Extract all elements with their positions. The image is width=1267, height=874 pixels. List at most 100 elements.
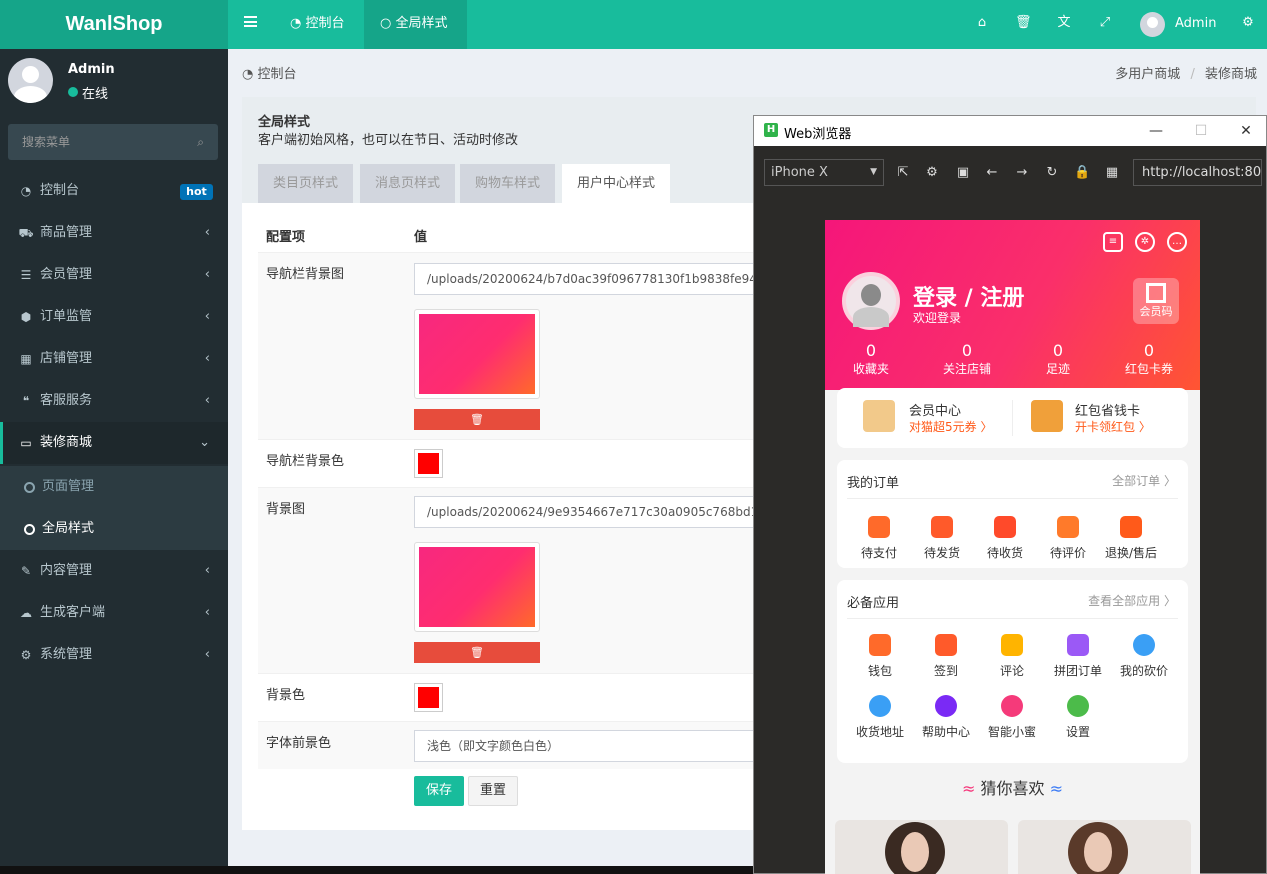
- bg-color-picker[interactable]: [414, 683, 443, 712]
- gear-icon[interactable]: ⚙: [924, 165, 940, 181]
- user-name[interactable]: Admin: [1175, 16, 1216, 31]
- app-label: 签到: [933, 664, 958, 678]
- sidebar-item-label: 店铺管理: [40, 351, 93, 366]
- edit-icon: ✎: [20, 564, 32, 578]
- app-label: 设置: [1065, 725, 1090, 739]
- all-apps-link[interactable]: 查看全部应用 〉: [1088, 592, 1176, 609]
- app-assistant[interactable]: 智能小蜜: [981, 695, 1043, 740]
- panel-footer-space: [242, 830, 753, 866]
- app-checkin[interactable]: 签到: [915, 634, 977, 679]
- sidebar-subitem-global-style[interactable]: 全局样式: [0, 508, 228, 550]
- app-address[interactable]: 收货地址: [849, 695, 911, 740]
- stat-footprints[interactable]: 0 足迹: [1023, 342, 1093, 378]
- back-arrow-icon[interactable]: ←: [984, 165, 1000, 181]
- gear-icon: [1067, 695, 1089, 717]
- app-settings[interactable]: 设置: [1047, 695, 1109, 740]
- vip-center-title[interactable]: 会员中心: [909, 400, 961, 419]
- maximize-icon[interactable]: ☐: [1186, 120, 1216, 142]
- app-bargain[interactable]: 我的砍价: [1113, 634, 1175, 679]
- chat-icon[interactable]: …: [1167, 232, 1187, 252]
- console-icon[interactable]: ▣: [955, 165, 971, 181]
- app-wallet[interactable]: 钱包: [849, 634, 911, 679]
- settings-icon[interactable]: ⚙: [1240, 15, 1256, 31]
- order-pending-receive[interactable]: 待收货: [974, 516, 1036, 561]
- login-register-link[interactable]: 登录 / 注册: [913, 280, 1024, 312]
- save-button[interactable]: 保存: [414, 776, 464, 806]
- app-help[interactable]: 帮助中心: [915, 695, 977, 740]
- breadcrumb-home[interactable]: 控制台: [257, 67, 296, 82]
- url-input[interactable]: http://localhost:8080: [1133, 159, 1262, 186]
- app-label: 我的砍价: [1119, 664, 1168, 678]
- user-header: ≡ ✲ … 登录 / 注册 欢迎登录 会员码 0 收藏夹 0 关注店铺 0 足迹 0 红…: [825, 220, 1200, 390]
- all-orders-link[interactable]: 全部订单 〉: [1112, 472, 1176, 489]
- order-after-sale[interactable]: 退换/售后: [1100, 516, 1162, 561]
- nav-bg-color-picker[interactable]: [414, 449, 443, 478]
- sidebar-item-dashboard[interactable]: ◔ 控制台 hot: [0, 170, 228, 212]
- order-pending-review[interactable]: 待评价: [1037, 516, 1099, 561]
- sidebar-item-system[interactable]: ⚙ 系统管理 ‹: [0, 634, 228, 676]
- qrcode-icon[interactable]: ▦: [1104, 165, 1120, 181]
- tab-global-style[interactable]: ○ 全局样式: [364, 0, 467, 49]
- sidebar-item-client[interactable]: ☁ 生成客户端 ‹: [0, 592, 228, 634]
- member-code-button[interactable]: 会员码: [1133, 278, 1179, 324]
- stat-favorites[interactable]: 0 收藏夹: [836, 342, 906, 378]
- stat-label: 红包卡券: [1124, 362, 1173, 376]
- sidebar-item-members[interactable]: ☰ 会员管理 ‹: [0, 254, 228, 296]
- sidebar-item-decoration[interactable]: ▭ 装修商城 ⌄: [0, 422, 228, 464]
- app-group-orders[interactable]: 拼团订单: [1047, 634, 1109, 679]
- rotate-icon[interactable]: ⇱: [895, 165, 911, 181]
- reload-icon[interactable]: ↻: [1044, 165, 1060, 181]
- clipboard-icon[interactable]: ≡: [1103, 232, 1123, 252]
- delete-bg-img-button[interactable]: 🗑: [414, 642, 540, 663]
- reset-button[interactable]: 重置: [468, 776, 518, 806]
- location-icon: [869, 695, 891, 717]
- sidebar-item-content[interactable]: ✎ 内容管理 ‹: [0, 550, 228, 592]
- stat-coupons[interactable]: 0 红包卡券: [1114, 342, 1184, 378]
- close-icon[interactable]: ✕: [1231, 120, 1261, 142]
- apps-card: 必备应用 查看全部应用 〉 钱包 签到 评论 拼团订单 我的砍价 收货地址 帮助…: [837, 580, 1188, 763]
- breadcrumb-item[interactable]: 装修商城: [1205, 67, 1257, 82]
- sidebar-item-products[interactable]: ⛟ 商品管理 ‹: [0, 212, 228, 254]
- chevron-left-icon: ‹: [204, 351, 210, 366]
- phone-avatar[interactable]: [842, 272, 900, 330]
- minimize-icon[interactable]: —: [1141, 120, 1171, 142]
- tab-user-center-style[interactable]: 用户中心样式: [562, 164, 671, 203]
- tab-dashboard[interactable]: ◔ 控制台: [274, 0, 364, 49]
- nav-bg-img-preview: [414, 309, 540, 399]
- menu-toggle-icon[interactable]: [244, 16, 257, 27]
- stat-label: 关注店铺: [942, 362, 991, 376]
- stat-followed-stores[interactable]: 0 关注店铺: [932, 342, 1002, 378]
- order-pending-pay[interactable]: 待支付: [848, 516, 910, 561]
- device-select[interactable]: iPhone X ▼: [764, 159, 884, 186]
- redpacket-card-sub[interactable]: 开卡领红包 〉: [1075, 418, 1151, 435]
- sidebar-item-service[interactable]: ❝ 客服服务 ‹: [0, 380, 228, 422]
- product-card[interactable]: [835, 820, 1008, 874]
- help-icon: [935, 695, 957, 717]
- delete-nav-bg-img-button[interactable]: 🗑: [414, 409, 540, 430]
- gear-icon[interactable]: ✲: [1135, 232, 1155, 252]
- tab-message-style[interactable]: 消息页样式: [360, 164, 456, 203]
- redpacket-card-title[interactable]: 红包省钱卡: [1075, 400, 1140, 419]
- vip-center-sub[interactable]: 对猫超5元券 〉: [909, 418, 992, 435]
- breadcrumb-right: 多用户商城 / 装修商城: [1115, 63, 1257, 82]
- search-icon[interactable]: ⌕: [197, 124, 204, 160]
- lock-icon[interactable]: 🔒: [1074, 165, 1090, 181]
- sidebar-item-stores[interactable]: ▦ 店铺管理 ‹: [0, 338, 228, 380]
- fullscreen-icon[interactable]: ⤢: [1097, 15, 1113, 31]
- sidebar-subitem-pages[interactable]: 页面管理: [0, 466, 228, 508]
- user-avatar[interactable]: [1140, 12, 1165, 37]
- translate-icon[interactable]: 文: [1056, 15, 1072, 31]
- product-card[interactable]: [1018, 820, 1191, 874]
- menu-search-input[interactable]: 搜索菜单 ⌕: [8, 124, 218, 160]
- home-icon[interactable]: ⌂: [974, 15, 990, 31]
- tab-category-style[interactable]: 类目页样式: [258, 164, 354, 203]
- app-logo[interactable]: WanlShop: [0, 0, 228, 49]
- breadcrumb-item[interactable]: 多用户商城: [1115, 67, 1180, 82]
- app-comments[interactable]: 评论: [981, 634, 1043, 679]
- forward-arrow-icon[interactable]: →: [1014, 165, 1030, 181]
- app-label: 帮助中心: [921, 725, 970, 739]
- order-pending-ship[interactable]: 待发货: [911, 516, 973, 561]
- tab-cart-style[interactable]: 购物车样式: [460, 164, 556, 203]
- trash-icon[interactable]: 🗑: [1015, 15, 1032, 31]
- sidebar-item-orders[interactable]: ⬢ 订单监管 ‹: [0, 296, 228, 338]
